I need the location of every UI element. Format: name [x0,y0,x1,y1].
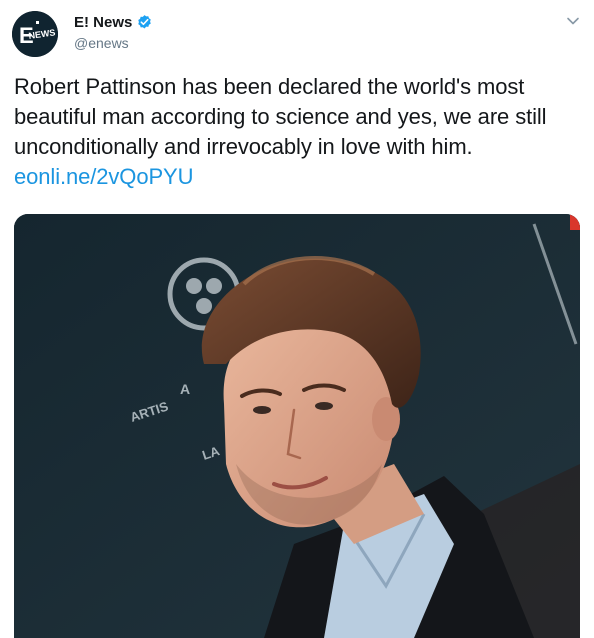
tweet-card: E NEWS E! News @enews Robert Pattinson h… [0,0,594,638]
author-name-row: E! News [74,14,153,31]
author-handle[interactable]: @enews [74,35,129,51]
tweet-photo[interactable]: A ARTIS LA [14,214,580,638]
backdrop-text-a: A [180,381,190,397]
verified-badge-icon [136,14,153,31]
portrait-photo-image: A ARTIS LA [14,214,580,638]
tweet-text: Robert Pattinson has been declared the w… [14,74,547,159]
author-avatar[interactable]: E NEWS [12,11,58,57]
tweet-menu-button[interactable] [566,16,580,26]
author-display-name[interactable]: E! News [74,14,132,31]
enews-logo-avatar: E NEWS [12,11,58,57]
chevron-down-icon [567,17,579,25]
tweet-body: Robert Pattinson has been declared the w… [14,72,584,192]
tweet-link[interactable]: eonli.ne/2vQoPYU [14,162,194,192]
